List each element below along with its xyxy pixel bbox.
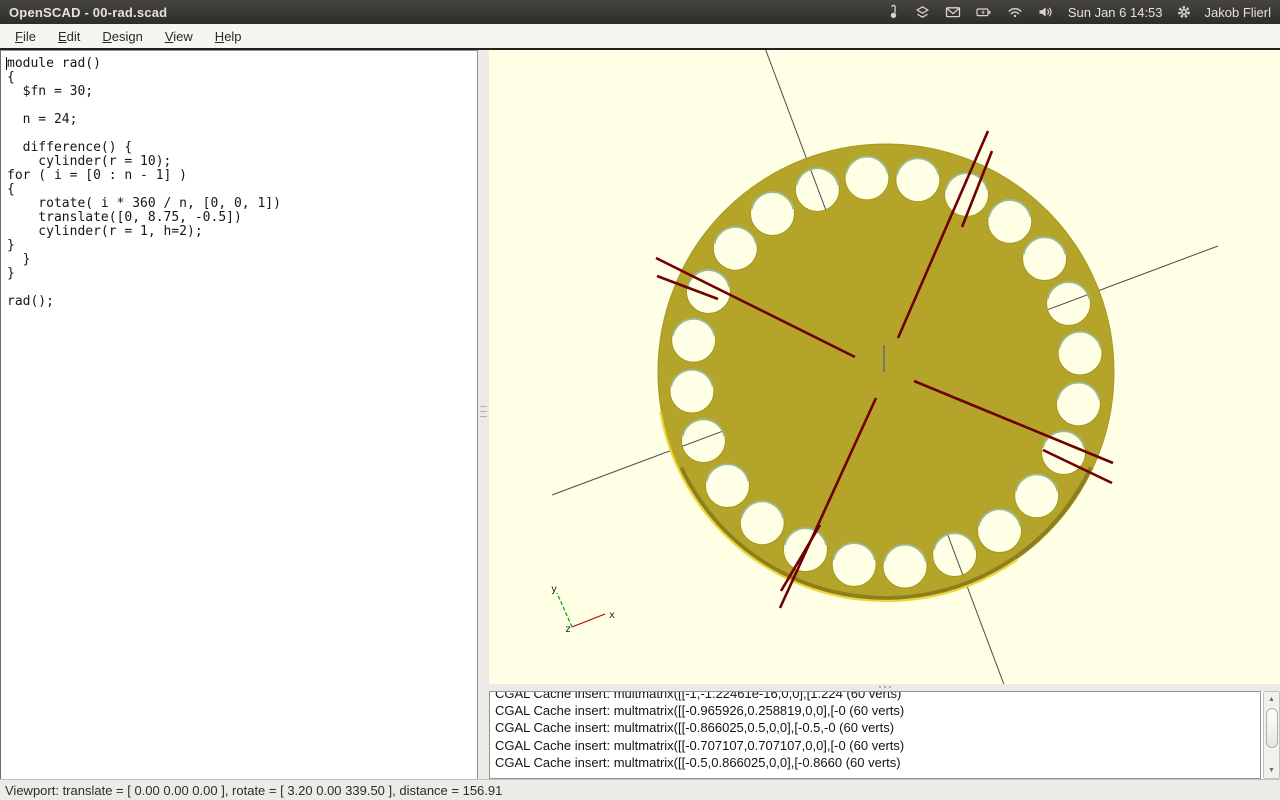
vertical-splitter-handle[interactable] — [480, 406, 487, 419]
console-panel: CGAL Cache insert: multmatrix([[-1,-1.22… — [489, 691, 1280, 780]
clock-indicator[interactable]: Sun Jan 6 14:53 — [1068, 5, 1163, 20]
console-output[interactable]: CGAL Cache insert: multmatrix([[-1,-1.22… — [489, 691, 1261, 779]
panel-bar: OpenSCAD - 00-rad.scad — [0, 0, 1280, 24]
console-line: CGAL Cache insert: multmatrix([[-1,-1.22… — [495, 691, 1260, 702]
menu-file[interactable]: File — [4, 26, 47, 47]
user-menu[interactable]: Jakob Flierl — [1205, 5, 1271, 20]
axis-indicator-x — [572, 614, 605, 627]
axis-indicator-label: x — [609, 610, 615, 621]
menubar: File Edit Design View Help — [0, 24, 1280, 50]
text-caret — [6, 57, 7, 70]
main-content: module rad() { $fn = 30; n = 24; differe… — [0, 50, 1280, 780]
axis-indicator-label: y — [551, 584, 557, 595]
wifi-icon[interactable] — [1006, 4, 1024, 20]
code-editor[interactable]: module rad() { $fn = 30; n = 24; differe… — [0, 50, 478, 780]
menu-design[interactable]: Design — [91, 26, 153, 47]
mail-icon[interactable] — [944, 4, 962, 20]
volume-icon[interactable] — [1037, 4, 1055, 20]
scroll-down-button[interactable]: ▼ — [1265, 764, 1278, 777]
console-line: CGAL Cache insert: multmatrix([[-0.96592… — [495, 702, 1260, 719]
system-tray: Sun Jan 6 14:53 Jakob Flierl — [885, 4, 1280, 20]
session-gear-icon[interactable] — [1176, 4, 1192, 20]
scrollbar-thumb[interactable] — [1266, 708, 1278, 748]
viewport-status-text: Viewport: translate = [ 0.00 0.00 0.00 ]… — [5, 783, 502, 798]
right-column: x y z CGAL Cache insert: multmatrix([[-1,-… — [489, 50, 1280, 780]
window-title: OpenSCAD - 00-rad.scad — [9, 5, 167, 20]
console-line: CGAL Cache insert: multmatrix([[-0.5,0.8… — [495, 754, 1260, 771]
vertical-splitter[interactable] — [478, 50, 489, 780]
battery-icon[interactable] — [975, 4, 993, 20]
code-text: module rad() { $fn = 30; n = 24; differe… — [7, 57, 477, 309]
console-scrollbar[interactable]: ▲ ▼ — [1263, 691, 1280, 779]
thermometer-icon[interactable] — [885, 4, 901, 20]
dropbox-icon[interactable] — [914, 4, 931, 20]
axis-indicator-label: z — [565, 624, 571, 635]
menu-help[interactable]: Help — [204, 26, 253, 47]
menu-view[interactable]: View — [154, 26, 204, 47]
axis-indicator-y — [557, 593, 572, 627]
console-line: CGAL Cache insert: multmatrix([[-0.86602… — [495, 719, 1260, 736]
horizontal-splitter[interactable] — [489, 684, 1280, 691]
console-line: CGAL Cache insert: multmatrix([[-0.70710… — [495, 737, 1260, 754]
3d-viewport-canvas[interactable]: x y z — [489, 50, 1280, 684]
horizontal-splitter-handle[interactable] — [879, 686, 892, 688]
menu-edit[interactable]: Edit — [47, 26, 91, 47]
status-bar: Viewport: translate = [ 0.00 0.00 0.00 ]… — [0, 779, 1280, 800]
scroll-up-button[interactable]: ▲ — [1265, 693, 1278, 706]
